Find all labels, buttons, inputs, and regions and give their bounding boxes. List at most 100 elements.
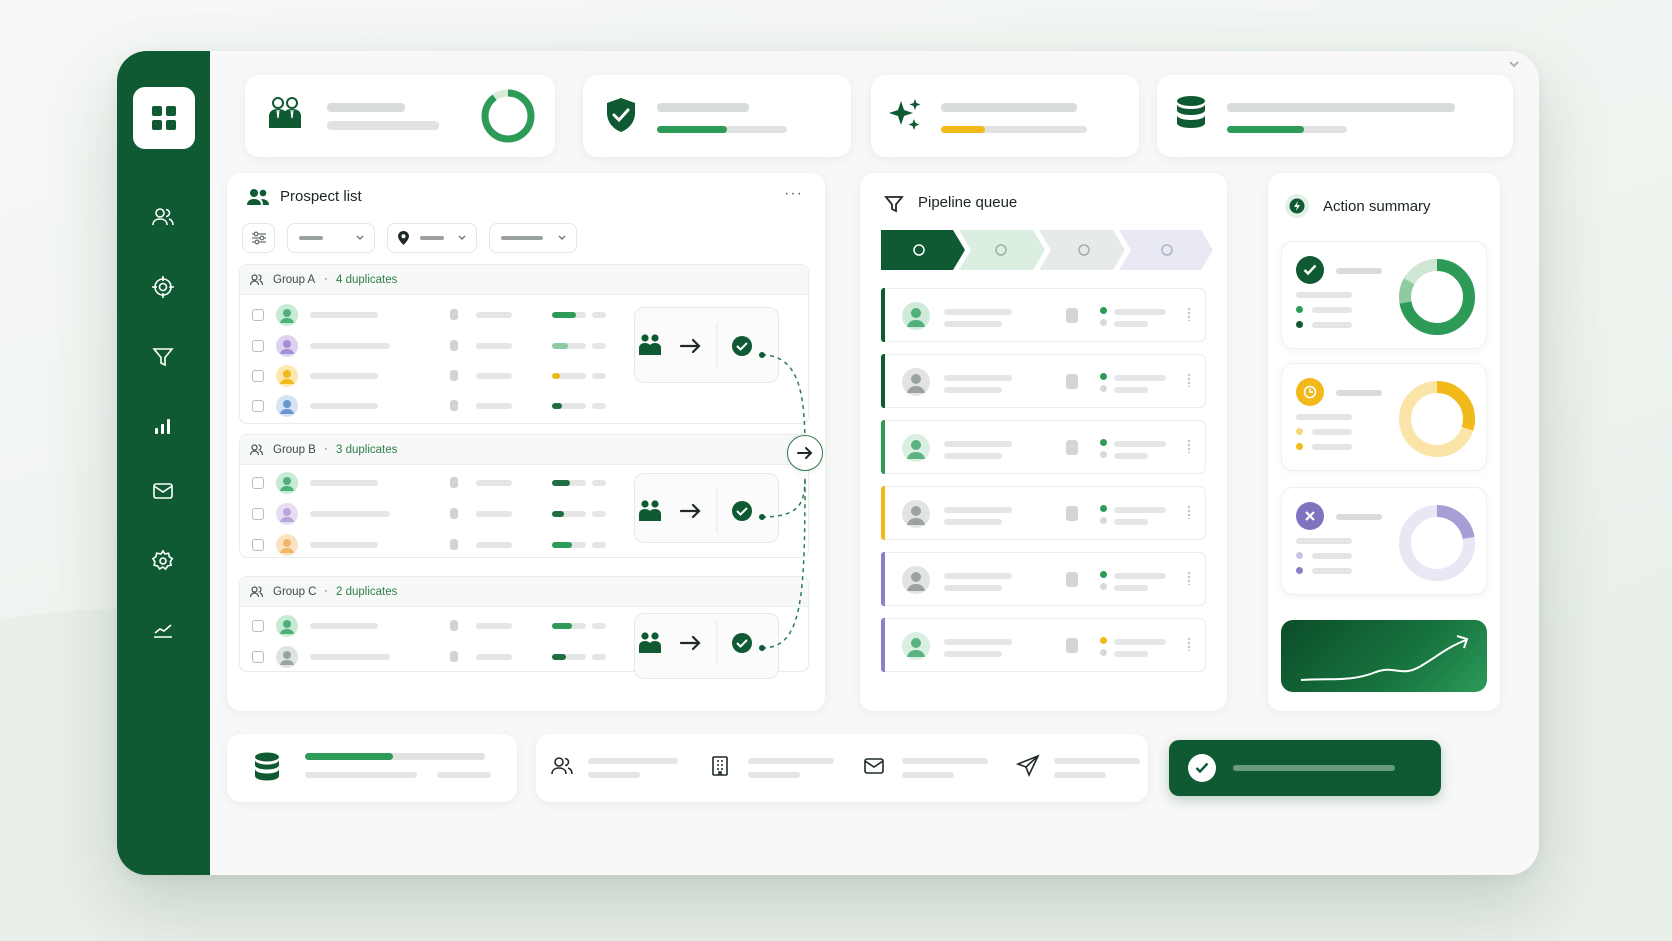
team-donut — [481, 89, 535, 143]
building-icon — [450, 340, 458, 351]
prospect-row[interactable] — [240, 360, 620, 392]
summary-card-pending[interactable] — [1281, 363, 1487, 471]
sidebar-item-mail[interactable] — [143, 471, 183, 511]
avatar — [276, 646, 298, 668]
group-count: 4 duplicates — [336, 274, 398, 286]
drag-handle[interactable] — [1187, 373, 1191, 387]
building-icon — [1066, 440, 1078, 455]
row-checkbox[interactable] — [252, 370, 264, 382]
drag-handle[interactable] — [1187, 637, 1191, 651]
duplicate-group-c: Group C · 2 duplicates — [239, 576, 809, 679]
filter-settings-button[interactable] — [242, 223, 275, 253]
quick-action-send[interactable] — [1015, 754, 1040, 783]
row-checkbox[interactable] — [252, 651, 264, 663]
sidebar-item-settings[interactable] — [143, 541, 183, 581]
sidebar-item-contacts[interactable] — [143, 197, 183, 237]
chevron-down-icon — [458, 235, 466, 240]
building-icon — [1066, 308, 1078, 323]
row-checkbox[interactable] — [252, 340, 264, 352]
send-to-pipeline-button[interactable] — [787, 435, 823, 471]
dashboard-button[interactable] — [133, 87, 195, 149]
target-icon — [152, 276, 174, 298]
avatar — [276, 335, 298, 357]
sparkle-icon — [889, 99, 921, 130]
sidebar-item-targets[interactable] — [143, 267, 183, 307]
prospect-row[interactable] — [240, 467, 620, 499]
prospect-row[interactable] — [240, 610, 620, 642]
pipeline-card[interactable] — [881, 618, 1206, 672]
prospect-row[interactable] — [240, 529, 620, 561]
building-icon — [450, 477, 458, 488]
database-icon — [1177, 96, 1205, 128]
pipeline-card[interactable] — [881, 354, 1206, 408]
building-icon — [450, 400, 458, 411]
pipeline-stage-bar[interactable] — [881, 230, 1213, 270]
users-icon — [250, 274, 263, 286]
row-checkbox[interactable] — [252, 620, 264, 632]
building-icon — [1066, 638, 1078, 653]
prospect-row[interactable] — [240, 641, 620, 673]
group-count: 3 duplicates — [336, 444, 398, 456]
pipeline-card[interactable] — [881, 288, 1206, 342]
action-summary-title: Action summary — [1323, 198, 1431, 215]
stat-card-security — [583, 75, 851, 157]
sidebar-item-reports[interactable] — [143, 405, 183, 445]
group-label: Group A — [273, 274, 316, 286]
merge-connector-lines — [759, 352, 806, 651]
avatar — [276, 503, 298, 525]
action-summary-panel: Action summary — [1268, 173, 1500, 711]
group-label: Group B — [273, 444, 316, 456]
summary-card-rejected[interactable] — [1281, 487, 1487, 595]
chevron-down-icon — [558, 235, 566, 240]
pipeline-card[interactable] — [881, 552, 1206, 606]
users-icon — [250, 444, 263, 456]
row-checkbox[interactable] — [252, 508, 264, 520]
drag-handle[interactable] — [1187, 439, 1191, 453]
group-header: Group A · 4 duplicates — [240, 265, 808, 295]
group-separator: · — [324, 273, 328, 285]
building-icon — [1066, 374, 1078, 389]
chevron-down-icon[interactable] — [1507, 59, 1521, 69]
filter-dropdown-1[interactable] — [287, 223, 375, 253]
drag-handle[interactable] — [1187, 505, 1191, 519]
quick-actions-bar — [536, 734, 1148, 802]
growth-trend-card[interactable] — [1281, 620, 1487, 692]
group-header: Group C · 2 duplicates — [240, 577, 808, 607]
pipeline-card[interactable] — [881, 486, 1206, 540]
sidebar-item-filters[interactable] — [143, 337, 183, 377]
storage-usage-card — [227, 734, 517, 802]
stat-card-insights — [871, 75, 1139, 157]
row-checkbox[interactable] — [252, 400, 264, 412]
stat-card-database — [1157, 75, 1513, 157]
chevron-down-icon — [356, 235, 364, 240]
filter-dropdown-3[interactable] — [489, 223, 577, 253]
building-icon — [712, 756, 728, 776]
row-checkbox[interactable] — [252, 539, 264, 551]
prospect-row[interactable] — [240, 498, 620, 530]
more-menu-button[interactable]: ··· — [784, 185, 803, 203]
avatar — [902, 566, 930, 594]
avatar — [276, 615, 298, 637]
database-icon — [255, 752, 279, 781]
sidebar-item-analytics[interactable] — [143, 609, 183, 649]
quick-action-contacts[interactable] — [550, 754, 574, 783]
pipeline-card[interactable] — [881, 420, 1206, 474]
drag-handle[interactable] — [1187, 307, 1191, 321]
confirm-merge-button[interactable] — [1169, 740, 1441, 796]
duplicate-group-a: Group A · 4 duplicates — [239, 264, 809, 424]
quick-action-companies[interactable] — [708, 754, 732, 783]
drag-handle[interactable] — [1187, 571, 1191, 585]
prospect-row[interactable] — [240, 390, 620, 422]
prospect-row[interactable] — [240, 330, 620, 362]
quick-action-email[interactable] — [862, 754, 886, 783]
arrow-right-icon — [797, 447, 813, 459]
group-count: 2 duplicates — [336, 586, 398, 598]
prospect-row[interactable] — [240, 299, 620, 331]
row-checkbox[interactable] — [252, 477, 264, 489]
location-dropdown[interactable] — [387, 223, 477, 253]
pending-donut — [1399, 381, 1475, 457]
row-checkbox[interactable] — [252, 309, 264, 321]
grid-icon — [152, 106, 176, 130]
summary-card-completed[interactable] — [1281, 241, 1487, 349]
building-icon — [450, 309, 458, 320]
